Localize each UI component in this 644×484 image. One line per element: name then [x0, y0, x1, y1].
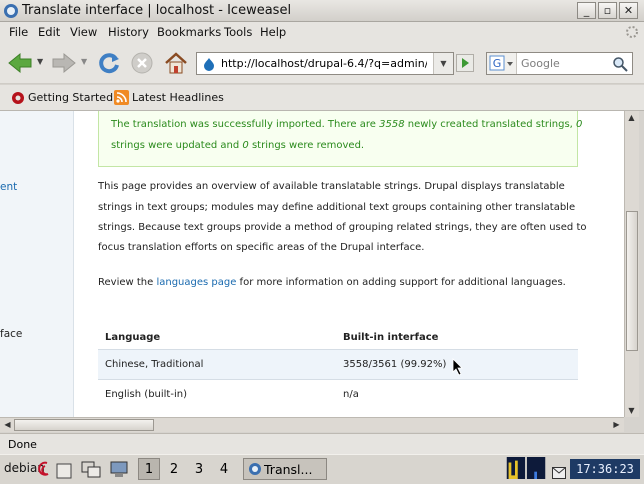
built-in-interface-cell: n/a	[343, 389, 359, 400]
url-dropdown-icon[interactable]: ▼	[433, 53, 453, 74]
mouse-cursor-icon	[452, 358, 463, 376]
forward-icon[interactable]	[50, 51, 78, 75]
overview-line: strings. Because text groups provide a m…	[98, 222, 587, 233]
forward-history-dropdown[interactable]: ▼	[81, 57, 87, 66]
horizontal-scroll-thumb[interactable]	[14, 419, 154, 431]
scroll-left-icon[interactable]: ◀	[1, 420, 14, 429]
main-content: The translation was successfully importe…	[88, 111, 588, 417]
navigation-toolbar: ▼ ▼ http://localhost/drupal-6.4/?q=admin…	[0, 42, 644, 84]
bookmark-getting-started[interactable]: Getting Started	[28, 91, 113, 104]
start-menu-button[interactable]: debian	[2, 458, 52, 480]
status-message-line-2: strings were updated and 0 strings were …	[111, 140, 365, 151]
menu-view[interactable]: View	[70, 25, 97, 39]
close-button[interactable]: ✕	[619, 2, 638, 19]
menu-edit[interactable]: Edit	[38, 25, 60, 39]
scrollbar-corner	[624, 417, 644, 433]
url-text[interactable]: http://localhost/drupal-6.4/?q=admin/bui…	[221, 57, 427, 70]
back-history-dropdown[interactable]: ▼	[37, 57, 43, 66]
menu-history[interactable]: History	[108, 25, 149, 39]
maximize-button[interactable]: ▫	[598, 2, 617, 19]
column-header-built-in-interface: Built-in interface	[343, 332, 439, 343]
translation-progress-link[interactable]: 3558/3561 (99.92%)	[343, 359, 446, 370]
sidebar-link[interactable]: ent	[0, 181, 17, 193]
desktop-2-button[interactable]: 2	[163, 458, 185, 480]
debian-swirl-icon	[38, 461, 49, 476]
language-cell: Chinese, Traditional	[105, 359, 204, 370]
throbber-icon	[626, 26, 638, 38]
bookmark-latest-headlines[interactable]: Latest Headlines	[132, 91, 224, 104]
status-text: Done	[8, 438, 37, 451]
status-bar: Done	[0, 433, 644, 454]
status-message-line-1: The translation was successfully importe…	[111, 119, 583, 130]
sidebar-item[interactable]: face	[0, 328, 22, 340]
scroll-down-icon[interactable]: ▼	[625, 406, 638, 415]
desktop-1-button[interactable]: 1	[138, 458, 160, 480]
desktop-3-button[interactable]: 3	[188, 458, 210, 480]
languages-page-link[interactable]: languages page	[156, 277, 236, 288]
desktop-4-button[interactable]: 4	[213, 458, 235, 480]
google-icon: G	[489, 55, 513, 71]
windows-launcher-icon[interactable]	[80, 459, 102, 481]
clock: 17:36:23	[570, 459, 640, 479]
search-input[interactable]: Google	[521, 57, 560, 70]
search-engine-selector[interactable]: G	[487, 53, 517, 74]
menu-help[interactable]: Help	[260, 25, 286, 39]
debian-bookmark-icon	[12, 92, 24, 104]
overview-line: focus translation efforts on specific ar…	[98, 242, 425, 253]
minimize-button[interactable]: _	[577, 2, 596, 19]
iceweasel-icon	[4, 4, 18, 18]
language-cell: English (built-in)	[105, 389, 187, 400]
bookmarks-toolbar: Getting Started Latest Headlines	[0, 85, 644, 111]
taskbar-task-iceweasel[interactable]: Transl...	[243, 458, 327, 480]
overview-line: strings in text groups; modules may defi…	[98, 202, 576, 213]
search-box[interactable]: G Google	[486, 52, 633, 75]
system-monitor-icon	[506, 457, 546, 479]
task-label: Transl...	[264, 462, 313, 477]
rss-feed-icon	[114, 90, 129, 105]
url-bar[interactable]: http://localhost/drupal-6.4/?q=admin/bui…	[196, 52, 454, 75]
window-title: Translate interface | localhost - Icewea…	[22, 3, 292, 18]
menu-tools[interactable]: Tools	[224, 25, 252, 39]
menu-bar: File Edit View History Bookmarks Tools H…	[0, 22, 644, 42]
menu-file[interactable]: File	[9, 25, 28, 39]
taskbar: debian 1 2 3 4 Transl... 17:36:23	[0, 454, 644, 484]
menu-bookmarks[interactable]: Bookmarks	[157, 25, 221, 39]
mail-icon[interactable]	[552, 462, 566, 484]
go-icon[interactable]	[456, 54, 474, 72]
reload-icon[interactable]	[96, 50, 122, 76]
table-row: English (built-in) n/a	[98, 379, 578, 409]
column-header-language: Language	[105, 332, 161, 343]
status-message: The translation was successfully importe…	[98, 111, 582, 167]
review-text: Review the languages page for more infor…	[98, 277, 566, 288]
search-icon[interactable]	[612, 56, 628, 72]
vertical-scrollbar[interactable]: ▲ ▼	[624, 111, 639, 417]
computer-launcher-icon[interactable]	[108, 459, 130, 481]
stop-icon[interactable]	[130, 51, 154, 75]
window-titlebar: Translate interface | localhost - Icewea…	[0, 0, 644, 22]
scroll-up-icon[interactable]: ▲	[625, 113, 638, 122]
left-sidebar: ent face	[0, 111, 74, 417]
svg-text:G: G	[493, 57, 502, 70]
scroll-right-icon[interactable]: ▶	[610, 420, 623, 429]
overview-line: This page provides an overview of availa…	[98, 181, 565, 192]
terminal-launcher-icon[interactable]	[56, 460, 72, 482]
home-icon[interactable]	[163, 50, 189, 76]
horizontal-scrollbar[interactable]: ◀ ▶	[0, 417, 624, 432]
vertical-scroll-thumb[interactable]	[626, 211, 638, 351]
page-viewport: ent face The translation was successfull…	[0, 111, 624, 417]
iceweasel-task-icon	[249, 463, 261, 475]
back-icon[interactable]	[6, 51, 34, 75]
drupal-favicon-icon	[204, 58, 214, 71]
table-row: Chinese, Traditional 3558/3561 (99.92%)	[98, 349, 578, 379]
